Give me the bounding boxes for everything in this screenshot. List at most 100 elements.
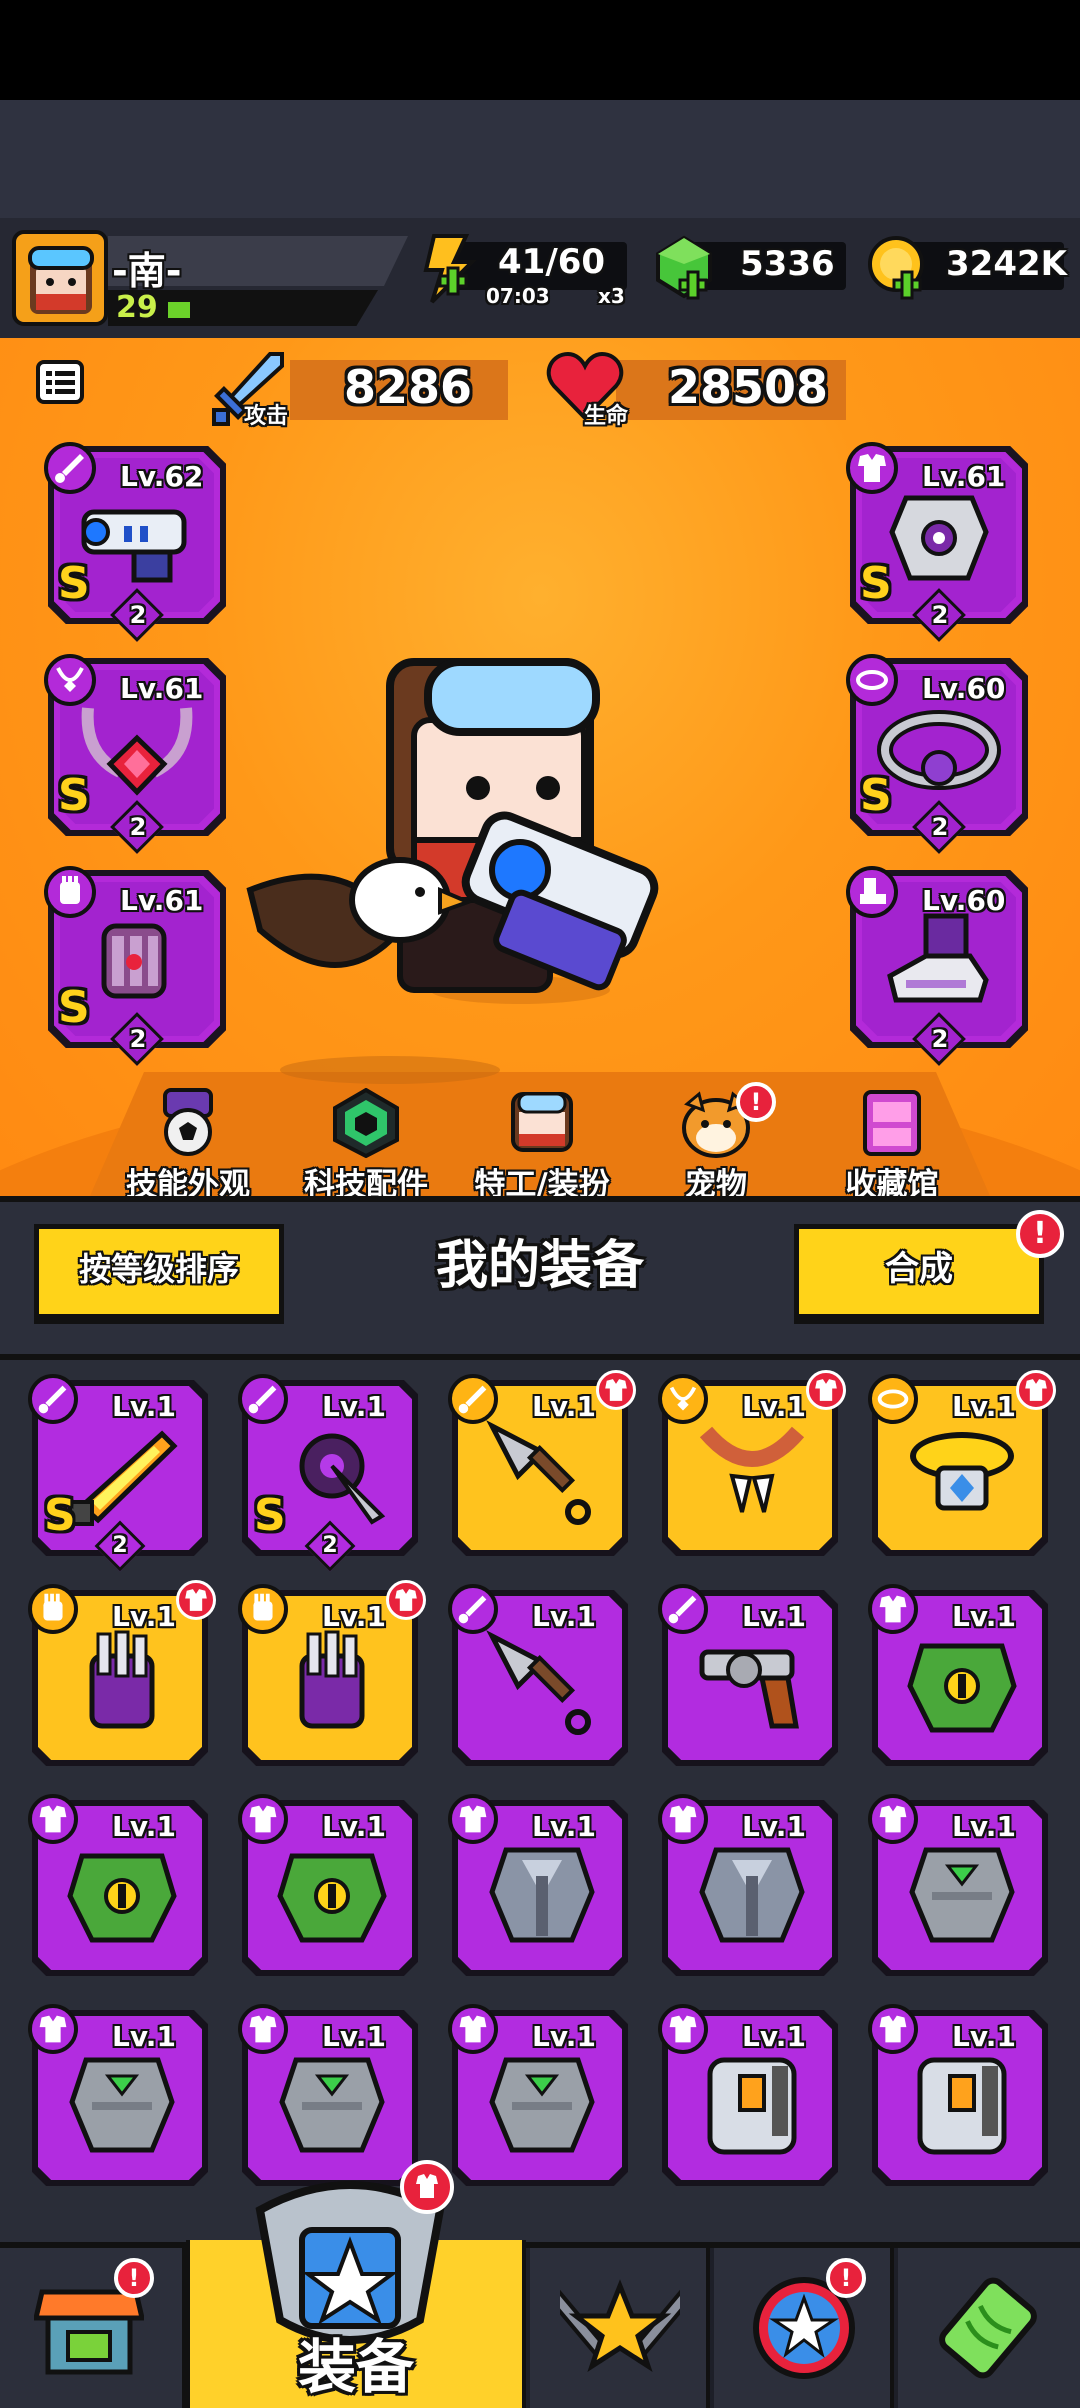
armor-type-icon <box>868 1794 918 1844</box>
inventory-item[interactable]: Lv.1 <box>868 1794 1048 1976</box>
menu-icon[interactable] <box>36 360 84 404</box>
item-level: Lv.1 <box>742 1600 806 1633</box>
item-level: Lv.1 <box>532 1390 596 1423</box>
inventory-item[interactable]: Lv.1 <box>658 2004 838 2186</box>
item-level: Lv.1 <box>742 2020 806 2053</box>
energy-icon[interactable] <box>414 232 480 304</box>
shop-alert-badge: ! <box>114 2258 154 2298</box>
blaster-gun-icon <box>81 509 187 583</box>
weapon-type-icon <box>28 1374 78 1424</box>
item-level: Lv.1 <box>742 1390 806 1423</box>
mech-armor-icon <box>707 2057 797 2155</box>
pet-alert-badge: ! <box>736 1082 776 1122</box>
item-level: Lv.1 <box>532 2020 596 2053</box>
inventory-item[interactable]: Lv.1 <box>238 1794 418 1976</box>
weapon-type-icon <box>448 1374 498 1424</box>
dragon-vest-icon <box>907 1643 1017 1733</box>
coin-icon[interactable] <box>866 234 930 304</box>
exp-fill <box>168 302 190 318</box>
equipment-alert-badge <box>400 2160 454 2214</box>
tab-talent[interactable]: ! <box>714 2248 894 2408</box>
item-stars: 2 <box>322 1533 338 1558</box>
inventory-item[interactable]: Lv.1 <box>238 1580 426 1766</box>
inventory-item[interactable]: Lv.1 <box>28 1580 216 1766</box>
equip-stars: 2 <box>129 813 147 841</box>
tab-shop[interactable]: ! <box>0 2248 186 2408</box>
inventory-item[interactable]: Lv.1 <box>238 2004 418 2186</box>
stone-vest-icon <box>909 1847 1015 1943</box>
belt-type-icon <box>846 654 898 706</box>
tab-battle[interactable] <box>530 2248 710 2408</box>
armor-type-icon <box>868 1584 918 1634</box>
necklace-type-icon <box>44 654 96 706</box>
energy-multiplier: x3 <box>598 284 625 308</box>
inventory-item[interactable]: Lv.1 S 2 <box>28 1374 208 1572</box>
kunai-icon <box>486 1420 591 1525</box>
item-level: Lv.1 <box>322 1390 386 1423</box>
inventory-item[interactable]: Lv.1 <box>448 1370 636 1556</box>
battle-icon <box>560 2279 680 2372</box>
nav-agent[interactable]: 特工/装扮 <box>462 1088 622 1203</box>
item-rank: S <box>254 1490 286 1541</box>
equip-level: Lv.60 <box>922 884 1006 917</box>
upgrade-alert-badge <box>386 1580 426 1620</box>
inventory-item[interactable]: Lv.1 S 2 <box>238 1374 418 1572</box>
dragon-vest-icon <box>277 1853 387 1943</box>
item-level: Lv.1 <box>112 1390 176 1423</box>
status-bar <box>0 0 1080 100</box>
merge-button[interactable]: 合成 <box>794 1224 1044 1324</box>
inventory-item[interactable]: Lv.1 <box>28 2004 208 2186</box>
equip-slot-belt[interactable]: Lv.60 S 2 <box>846 654 1028 854</box>
equip-stars: 2 <box>129 1025 147 1053</box>
armor-icon <box>889 495 989 581</box>
weapon-type-icon <box>448 1584 498 1634</box>
attack-value: 8286 <box>344 360 473 414</box>
equip-rank: S <box>58 558 90 609</box>
inventory-item[interactable]: Lv.1 <box>28 1794 208 1976</box>
upgrade-alert-badge <box>176 1580 216 1620</box>
avatar[interactable] <box>12 230 108 326</box>
inventory-item[interactable]: Lv.1 <box>868 1370 1056 1556</box>
equip-rank: S <box>860 770 892 821</box>
stone-vest-icon <box>279 2057 385 2153</box>
item-level: Lv.1 <box>112 2020 176 2053</box>
attack-label: 攻击 <box>244 404 289 429</box>
flame-sword-icon <box>68 1430 178 1526</box>
inventory-item[interactable]: Lv.1 <box>868 2004 1048 2186</box>
inventory-item[interactable]: Lv.1 <box>868 1584 1048 1766</box>
nav-pet[interactable]: 宠物 ! <box>636 1082 796 1203</box>
inventory-item[interactable]: Lv.1 <box>448 1584 628 1766</box>
glove-type-icon <box>28 1584 78 1634</box>
item-level: Lv.1 <box>112 1600 176 1633</box>
armor-type-icon <box>28 2004 78 2054</box>
equip-slot-weapon[interactable]: Lv.62 S 2 <box>44 442 226 642</box>
equip-rank: S <box>860 558 892 609</box>
nav-tech-part[interactable]: 科技配件 <box>286 1088 446 1203</box>
tech-part-icon <box>333 1088 399 1158</box>
equip-slot-boots[interactable]: Lv.60 2 <box>846 866 1028 1066</box>
energy-timer: 07:03 <box>486 284 550 308</box>
weapon-type-icon <box>44 442 96 494</box>
inventory-item[interactable]: Lv.1 <box>658 1794 838 1976</box>
tab-evolve[interactable] <box>898 2248 1080 2408</box>
equip-stars: 2 <box>129 601 147 629</box>
nav-collection[interactable]: 收藏馆 <box>812 1088 972 1203</box>
tab-equipment-label: 装备 <box>297 2333 414 2401</box>
item-rank: S <box>44 1490 76 1541</box>
equip-slot-necklace[interactable]: Lv.61 S 2 <box>44 654 226 854</box>
inventory-item[interactable]: Lv.1 <box>658 1370 846 1556</box>
armor-type-icon <box>238 2004 288 2054</box>
inventory-item[interactable]: Lv.1 <box>448 2004 628 2186</box>
equip-slot-glove[interactable]: Lv.61 S 2 <box>44 866 226 1066</box>
nav-skill-skin[interactable]: 技能外观 <box>108 1088 268 1203</box>
steel-armor-icon <box>489 1847 595 1943</box>
item-level: Lv.1 <box>532 1600 596 1633</box>
item-level: Lv.1 <box>952 1810 1016 1843</box>
gem-belt-icon <box>910 1432 1014 1511</box>
equip-slot-armor[interactable]: Lv.61 S 2 <box>846 442 1028 642</box>
sort-by-level-button[interactable]: 按等级排序 <box>34 1224 284 1324</box>
inventory-item[interactable]: Lv.1 <box>448 1794 628 1976</box>
gem-icon[interactable] <box>652 234 716 304</box>
claw-glove-icon <box>299 1630 365 1729</box>
inventory-item[interactable]: Lv.1 <box>658 1584 838 1766</box>
